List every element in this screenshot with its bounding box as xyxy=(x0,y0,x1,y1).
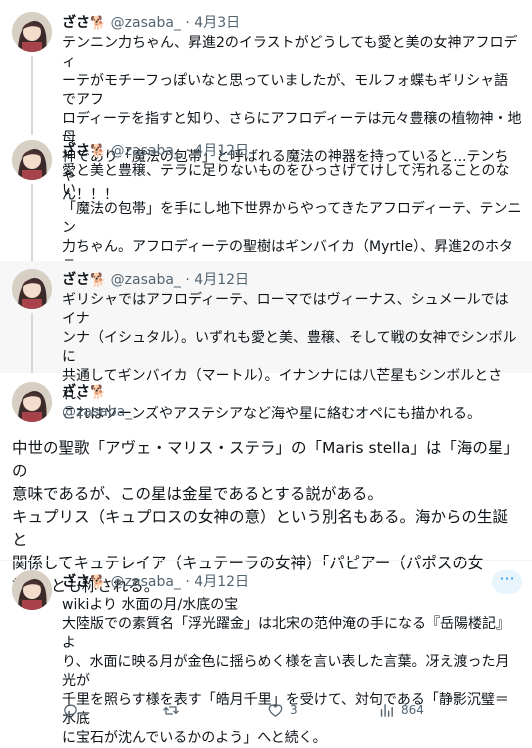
post-header: ざさ🐕 @zasaba_ · 4月12日 xyxy=(62,142,249,161)
like-button[interactable]: 3 xyxy=(267,700,298,720)
post-date[interactable]: 4月12日 xyxy=(194,272,249,288)
like-icon xyxy=(268,704,283,717)
author-name[interactable]: ざさ xyxy=(62,384,90,400)
avatar[interactable] xyxy=(12,382,52,422)
dog-emoji: 🐕 xyxy=(90,144,107,159)
post-header-handle: @zasaba_ xyxy=(62,403,132,421)
views-button[interactable]: 864 xyxy=(378,700,424,720)
separator-dot: · xyxy=(185,272,190,288)
author-name[interactable]: ざさ xyxy=(62,15,90,31)
author-handle[interactable]: @zasaba_ xyxy=(111,574,181,590)
post-1[interactable]: ざさ🐕 @zasaba_ · 4月3日 テンニン力ちゃん、昇進2のイラストがどう… xyxy=(0,0,532,203)
author-handle[interactable]: @zasaba_ xyxy=(111,143,181,159)
separator-dot: · xyxy=(185,15,190,31)
post-date[interactable]: 4月3日 xyxy=(194,15,240,31)
reply-button[interactable] xyxy=(62,700,85,720)
action-bar: 3 864 xyxy=(62,700,522,720)
post-header: ざさ🐕 @zasaba_ · 4月3日 xyxy=(62,14,240,33)
thread-line xyxy=(31,184,33,261)
reply-icon xyxy=(64,704,77,718)
post-date[interactable]: 4月12日 xyxy=(194,574,249,590)
thread-line xyxy=(31,313,33,373)
dog-emoji: 🐕 xyxy=(90,273,107,288)
post-3[interactable]: ざさ🐕 @zasaba_ · 4月12日 ギリシャではアフロディーテ、ローマでは… xyxy=(0,261,532,422)
author-name[interactable]: ざさ xyxy=(62,574,90,590)
post-header: ざさ🐕 @zasaba_ · 4月12日 xyxy=(62,573,249,592)
post-header: ざさ🐕 @zasaba_ · 4月12日 xyxy=(62,271,249,290)
dog-emoji: 🐕 xyxy=(90,16,107,31)
post-text: wikiより 水面の月/水底の宝 大陸版での素質名「浮光躍金」は北宋の范仲淹の手… xyxy=(62,597,510,746)
retweet-button[interactable] xyxy=(162,700,186,720)
avatar[interactable] xyxy=(12,269,52,309)
post-date[interactable]: 4月12日 xyxy=(194,143,249,159)
separator-dot: · xyxy=(185,143,190,159)
thread-line xyxy=(31,56,33,135)
author-handle[interactable]: @zasaba_ xyxy=(62,404,132,420)
author-handle[interactable]: @zasaba_ xyxy=(111,15,181,31)
author-handle[interactable]: @zasaba_ xyxy=(111,272,181,288)
author-name[interactable]: ざさ xyxy=(62,143,90,159)
avatar[interactable] xyxy=(12,12,52,52)
more-options-button[interactable]: ··· xyxy=(492,570,522,594)
more-icon: ··· xyxy=(499,569,515,588)
avatar[interactable] xyxy=(12,570,52,610)
views-icon xyxy=(380,703,393,717)
post-4-focused: ざさ🐕 @zasaba_ 中世の聖歌「アヴェ・マリス・ステラ」の「Maris s… xyxy=(0,373,532,595)
post-header: ざさ🐕 xyxy=(62,383,106,402)
dog-emoji: 🐕 xyxy=(90,575,107,590)
views-count: 864 xyxy=(401,703,424,717)
post-2[interactable]: ざさ🐕 @zasaba_ · 4月12日 愛と美と豊穣、テラに足りないものをひっ… xyxy=(0,135,532,331)
author-name[interactable]: ざさ xyxy=(62,272,90,288)
avatar[interactable] xyxy=(12,140,52,180)
retweet-icon xyxy=(163,705,179,715)
like-count: 3 xyxy=(290,703,298,717)
separator-dot: · xyxy=(185,574,190,590)
dog-emoji: 🐕 xyxy=(90,385,107,400)
